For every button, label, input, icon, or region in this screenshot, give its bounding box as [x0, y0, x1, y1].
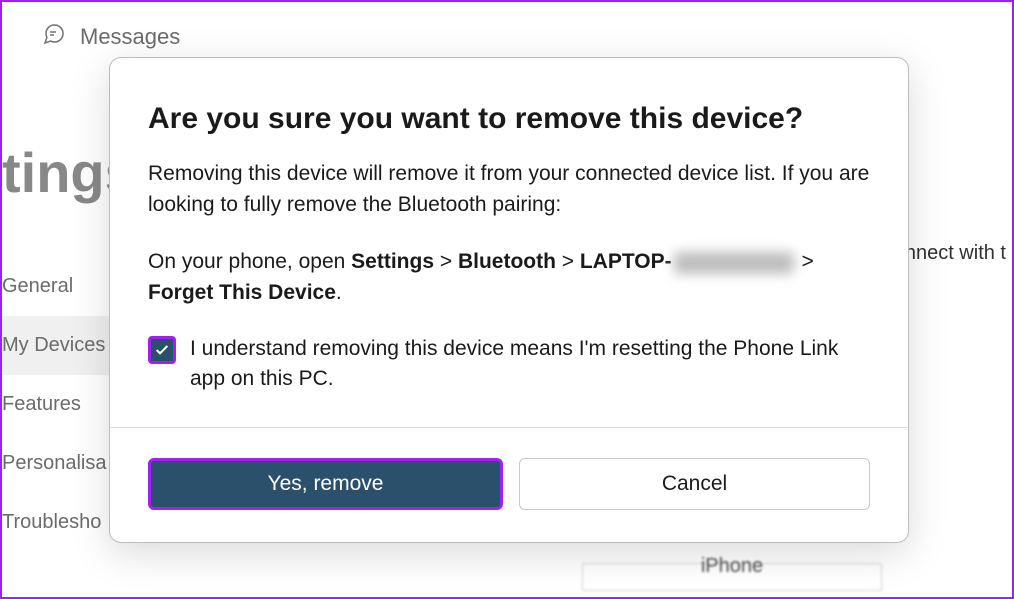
cancel-button[interactable]: Cancel [519, 458, 870, 510]
check-icon [154, 342, 170, 358]
dialog-paragraph-2: On your phone, open Settings > Bluetooth… [148, 246, 870, 308]
confirm-checkbox-row[interactable]: I understand removing this device means … [148, 334, 870, 393]
yes-remove-button[interactable]: Yes, remove [148, 458, 503, 510]
dialog-body: Removing this device will remove it from… [148, 158, 870, 393]
dialog-button-row: Yes, remove Cancel [148, 458, 870, 510]
confirm-checkbox[interactable] [148, 336, 176, 364]
dialog-title: Are you sure you want to remove this dev… [148, 102, 870, 136]
dialog-paragraph-1: Removing this device will remove it from… [148, 158, 870, 220]
remove-device-dialog: Are you sure you want to remove this dev… [109, 57, 909, 543]
dialog-overlay: Are you sure you want to remove this dev… [2, 2, 1012, 597]
redacted-device-name [674, 252, 794, 274]
confirm-checkbox-label: I understand removing this device means … [190, 334, 870, 393]
dialog-divider [110, 427, 908, 428]
